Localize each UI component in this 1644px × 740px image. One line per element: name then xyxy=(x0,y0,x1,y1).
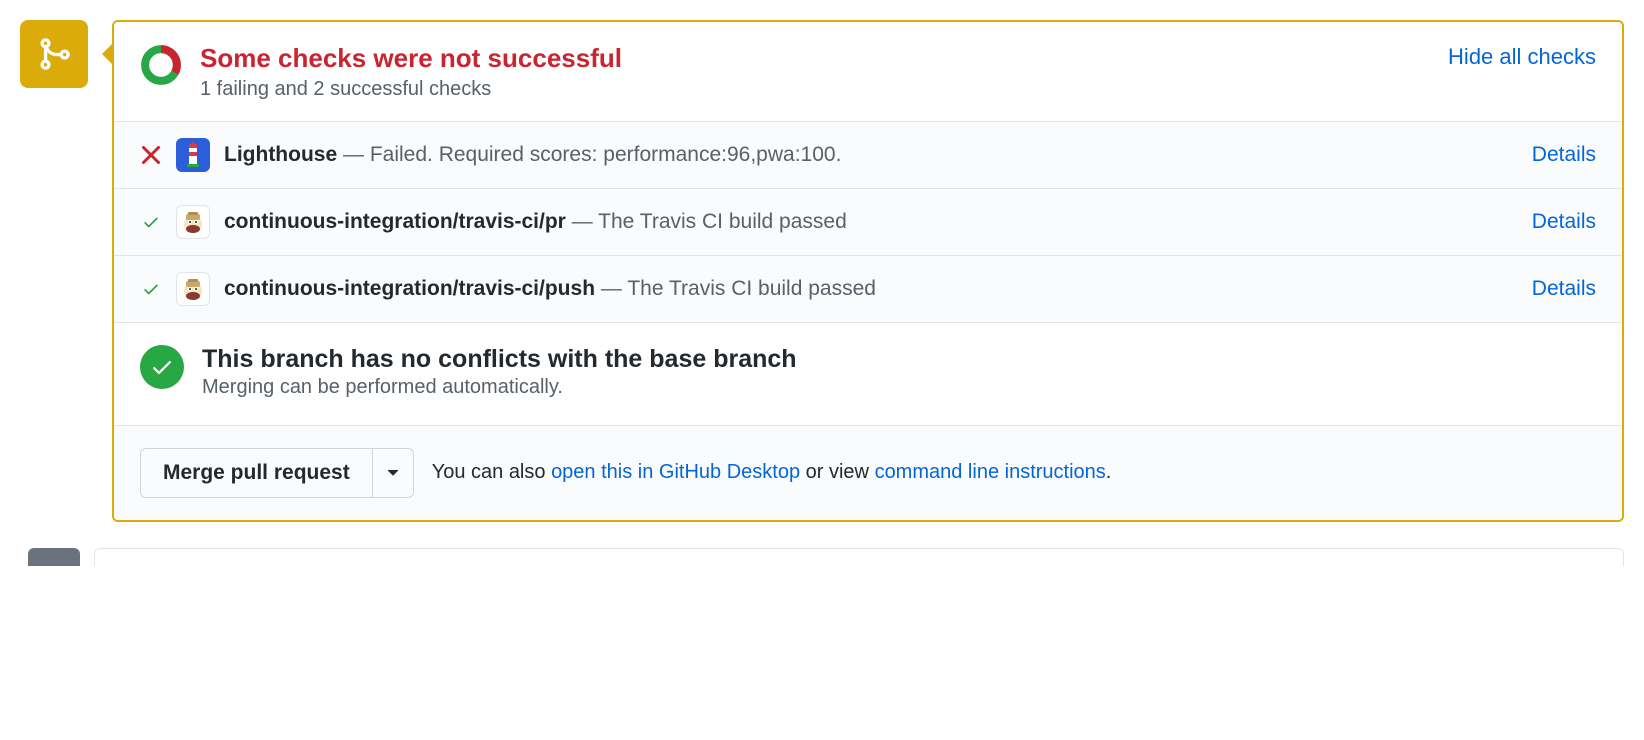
merge-footer-text: You can also open this in GitHub Desktop… xyxy=(432,461,1112,484)
footer-text-mid: or view xyxy=(800,461,874,483)
checks-subtitle: 1 failing and 2 successful checks xyxy=(200,78,1430,101)
details-link[interactable]: Details xyxy=(1532,210,1596,234)
merge-pull-request-button[interactable]: Merge pull request xyxy=(140,448,373,498)
panel-pointer xyxy=(102,42,114,66)
merge-status-panel: Some checks were not successful 1 failin… xyxy=(112,20,1624,522)
details-link[interactable]: Details xyxy=(1532,143,1596,167)
caret-down-icon xyxy=(387,469,399,477)
entry-placeholder xyxy=(94,548,1624,566)
partial-next-panel xyxy=(116,548,1624,572)
travis-avatar xyxy=(176,272,210,306)
x-icon xyxy=(140,144,162,166)
footer-text-suffix: . xyxy=(1106,461,1112,483)
git-merge-icon xyxy=(36,36,72,72)
check-name: continuous-integration/travis-ci/pr xyxy=(224,210,566,233)
check-row: Lighthouse — Failed. Required scores: pe… xyxy=(114,122,1622,189)
footer-text-prefix: You can also xyxy=(432,461,551,483)
check-row: continuous-integration/travis-ci/push — … xyxy=(114,256,1622,323)
checks-list: Lighthouse — Failed. Required scores: pe… xyxy=(114,122,1622,323)
avatar-placeholder xyxy=(28,548,80,566)
conflict-section: This branch has no conflicts with the ba… xyxy=(114,323,1622,426)
details-link[interactable]: Details xyxy=(1532,277,1596,301)
status-donut-icon xyxy=(140,44,182,86)
check-icon xyxy=(140,278,162,300)
check-text: continuous-integration/travis-ci/pr — Th… xyxy=(224,210,1518,234)
check-row: continuous-integration/travis-ci/pr — Th… xyxy=(114,189,1622,256)
conflict-subtitle: Merging can be performed automatically. xyxy=(202,376,797,399)
merge-button-group: Merge pull request xyxy=(140,448,414,498)
merge-footer: Merge pull request You can also open thi… xyxy=(114,426,1622,520)
check-icon xyxy=(140,211,162,233)
check-name: continuous-integration/travis-ci/push xyxy=(224,277,595,300)
conflict-title: This branch has no conflicts with the ba… xyxy=(202,345,797,374)
checks-title: Some checks were not successful xyxy=(200,42,1430,76)
check-separator: — xyxy=(566,210,598,233)
check-text: continuous-integration/travis-ci/push — … xyxy=(224,277,1518,301)
check-text: Lighthouse — Failed. Required scores: pe… xyxy=(224,143,1518,167)
check-name: Lighthouse xyxy=(224,143,337,166)
merge-status-badge xyxy=(20,20,88,88)
merge-dropdown-button[interactable] xyxy=(373,448,414,498)
check-separator: — xyxy=(337,143,370,166)
checks-header: Some checks were not successful 1 failin… xyxy=(114,22,1622,122)
lighthouse-avatar xyxy=(176,138,210,172)
check-message: Failed. Required scores: performance:96,… xyxy=(370,143,842,166)
check-message: The Travis CI build passed xyxy=(598,210,847,233)
command-line-instructions-link[interactable]: command line instructions xyxy=(875,461,1106,483)
open-github-desktop-link[interactable]: open this in GitHub Desktop xyxy=(551,461,800,483)
check-separator: — xyxy=(595,277,627,300)
hide-all-checks-link[interactable]: Hide all checks xyxy=(1448,44,1596,70)
travis-avatar xyxy=(176,205,210,239)
success-check-icon xyxy=(140,345,184,389)
check-message: The Travis CI build passed xyxy=(627,277,876,300)
